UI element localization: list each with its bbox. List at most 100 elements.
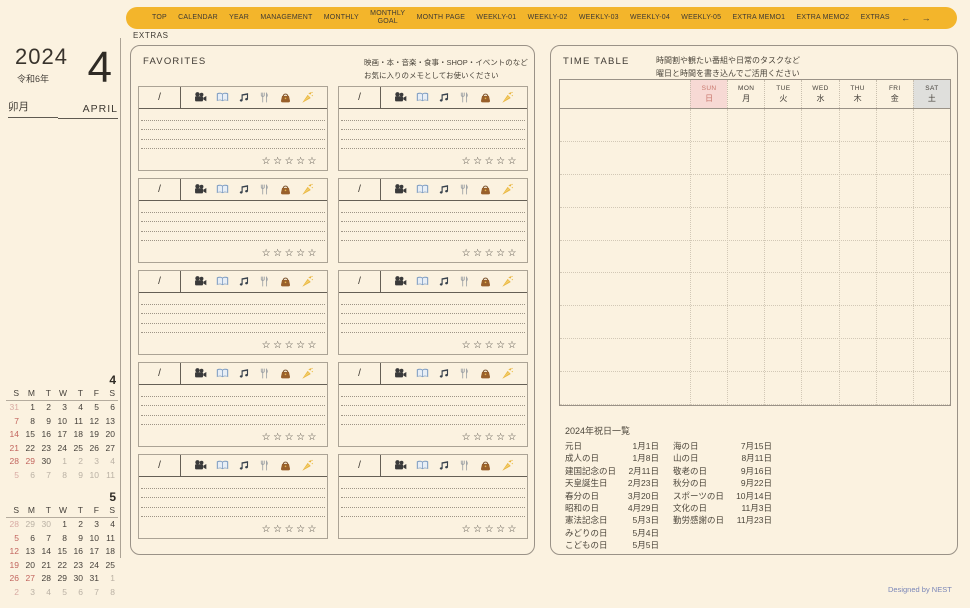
star-rating[interactable]: ☆☆☆☆☆ [139,340,327,354]
timetable-row[interactable] [560,241,950,274]
star-rating[interactable]: ☆☆☆☆☆ [139,432,327,446]
day-name-jp: 木 [854,93,862,104]
favorite-card: / ☆☆☆☆☆ [338,454,528,539]
timetable-row[interactable] [560,208,950,241]
memo-line[interactable] [341,203,525,213]
memo-line[interactable] [341,111,525,121]
memo-line[interactable] [141,324,325,334]
favorite-date-field[interactable]: / [139,179,181,200]
nav-tab-extra-memo2[interactable]: EXTRA MEMO2 [797,14,850,22]
memo-line[interactable] [341,397,525,407]
memo-line[interactable] [341,121,525,131]
holiday-name: 秋分の日 [673,477,730,489]
nav-tab-year[interactable]: YEAR [229,14,249,22]
memo-line[interactable] [141,305,325,315]
memo-line[interactable] [141,479,325,489]
timetable-row[interactable] [560,306,950,339]
memo-line[interactable] [341,222,525,232]
open-book-icon [416,183,429,196]
memo-line[interactable] [141,489,325,499]
memo-line[interactable] [341,130,525,140]
memo-line[interactable] [341,498,525,508]
memo-line[interactable] [141,222,325,232]
top-nav: TOP CALENDAR YEAR MANAGEMENT MONTHLY MONTHLY … [126,7,957,29]
memo-line[interactable] [141,416,325,426]
memo-line[interactable] [141,140,325,150]
timetable-row[interactable] [560,273,950,306]
nav-tab-weekly-02[interactable]: WEEKLY-02 [528,14,568,22]
memo-line[interactable] [341,508,525,518]
memo-line[interactable] [141,508,325,518]
memo-line[interactable] [341,479,525,489]
holiday-name: 勤労感謝の日 [673,514,730,526]
nav-tab-month-page[interactable]: MONTH PAGE [417,14,466,22]
calendar-day: 29 [22,455,38,469]
favorite-date-field[interactable]: / [139,455,181,476]
party-popper-icon [501,275,514,288]
favorite-date-field[interactable]: / [139,87,181,108]
favorite-date-field[interactable]: / [339,455,381,476]
memo-line[interactable] [341,387,525,397]
memo-line[interactable] [341,305,525,315]
memo-line[interactable] [341,416,525,426]
timetable-row[interactable] [560,339,950,372]
nav-tab-weekly-01[interactable]: WEEKLY-01 [476,14,516,22]
memo-line[interactable] [141,203,325,213]
star-rating[interactable]: ☆☆☆☆☆ [339,340,527,354]
memo-line[interactable] [341,314,525,324]
memo-line[interactable] [341,213,525,223]
memo-line[interactable] [341,140,525,150]
star-rating[interactable]: ☆☆☆☆☆ [339,248,527,262]
nav-tab-extras[interactable]: EXTRAS [861,14,890,22]
favorite-date-field[interactable]: / [339,363,381,384]
nav-tab-extra-memo1[interactable]: EXTRA MEMO1 [732,14,785,22]
day-column-wed: WED水 [801,80,838,108]
star-rating[interactable]: ☆☆☆☆☆ [139,156,327,170]
memo-line[interactable] [341,324,525,334]
favorite-date-field[interactable]: / [339,87,381,108]
favorite-card-header: / [139,271,327,293]
day-name-jp: 日 [705,93,713,104]
star-rating[interactable]: ☆☆☆☆☆ [339,432,527,446]
memo-line[interactable] [141,130,325,140]
memo-line[interactable] [141,232,325,242]
nav-tab-weekly-03[interactable]: WEEKLY-03 [579,14,619,22]
star-rating[interactable]: ☆☆☆☆☆ [139,248,327,262]
nav-tab-top[interactable]: TOP [152,14,167,22]
memo-line[interactable] [141,498,325,508]
memo-line[interactable] [141,111,325,121]
memo-line[interactable] [141,314,325,324]
nav-tab-monthly-goal[interactable]: MONTHLY GOAL [370,10,405,26]
memo-line[interactable] [341,295,525,305]
favorite-date-field[interactable]: / [339,179,381,200]
memo-line[interactable] [141,387,325,397]
holiday-name: 山の日 [673,452,730,464]
timetable-row[interactable] [560,142,950,175]
nav-tab-weekly-04[interactable]: WEEKLY-04 [630,14,670,22]
favorite-date-field[interactable]: / [339,271,381,292]
memo-line[interactable] [341,489,525,499]
nav-tab-weekly-05[interactable]: WEEKLY-05 [681,14,721,22]
holiday-date: 11月23日 [730,514,772,526]
timetable-row[interactable] [560,372,950,405]
memo-line[interactable] [341,232,525,242]
memo-line[interactable] [141,406,325,416]
memo-line[interactable] [141,213,325,223]
timetable-row[interactable] [560,175,950,208]
nav-forward-button[interactable]: → [922,13,931,23]
memo-line[interactable] [141,295,325,305]
nav-tab-management[interactable]: MANAGEMENT [260,14,312,22]
star-rating[interactable]: ☆☆☆☆☆ [339,524,527,538]
favorite-date-field[interactable]: / [139,271,181,292]
timetable-row[interactable] [560,109,950,142]
star-rating[interactable]: ☆☆☆☆☆ [339,156,527,170]
star-rating[interactable]: ☆☆☆☆☆ [139,524,327,538]
favorite-date-field[interactable]: / [139,363,181,384]
nav-back-button[interactable]: ← [901,13,910,23]
memo-line[interactable] [341,406,525,416]
nav-tab-calendar[interactable]: CALENDAR [178,14,218,22]
memo-line[interactable] [141,121,325,131]
favorite-memo-area [341,295,525,333]
nav-tab-monthly[interactable]: MONTHLY [324,14,359,22]
memo-line[interactable] [141,397,325,407]
